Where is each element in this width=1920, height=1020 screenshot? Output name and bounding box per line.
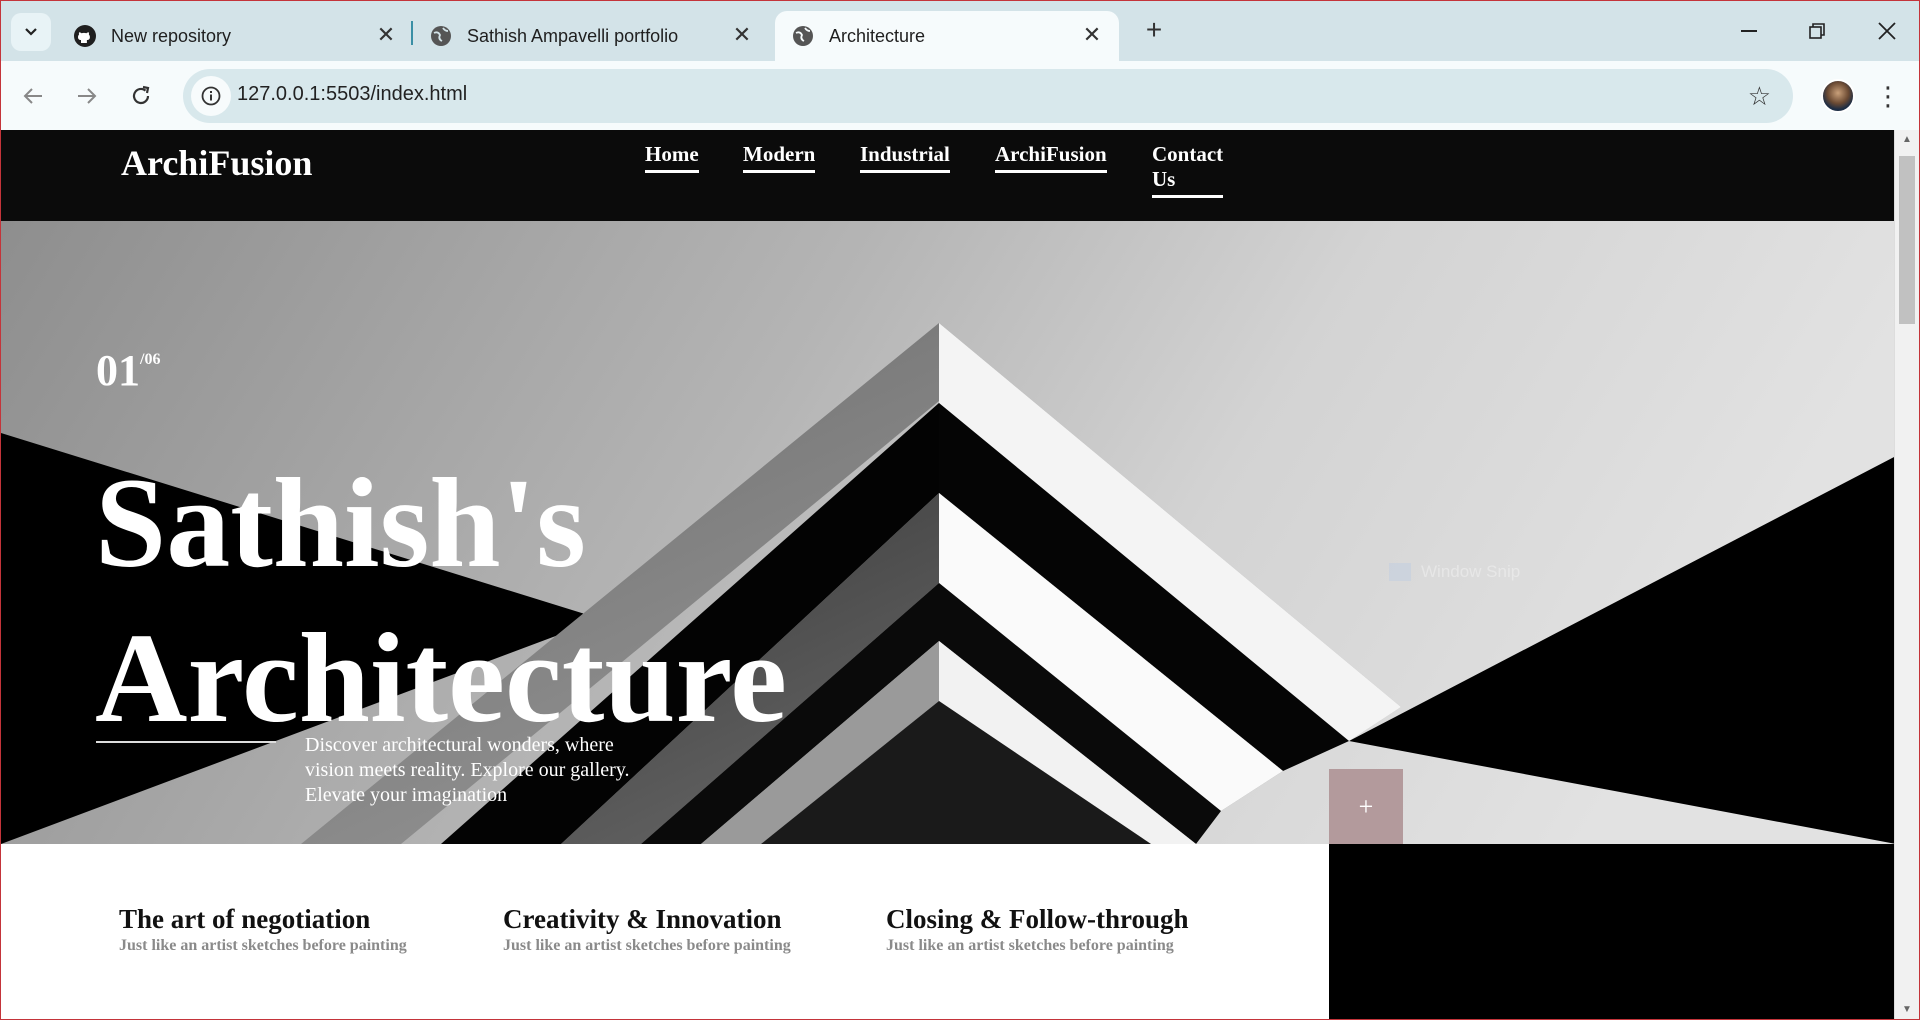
- back-button[interactable]: [15, 78, 51, 114]
- feature-title: Closing & Follow-through: [886, 904, 1189, 934]
- snip-label: Window Snip: [1421, 562, 1521, 581]
- browser-menu-icon[interactable]: ⋮: [1875, 77, 1901, 115]
- nav-contact-us[interactable]: Contact Us: [1152, 142, 1224, 198]
- profile-avatar[interactable]: [1821, 79, 1855, 113]
- hero-divider: [96, 741, 276, 743]
- reload-button[interactable]: [123, 78, 159, 114]
- nav-industrial[interactable]: Industrial: [860, 142, 950, 173]
- slide-total: /06: [140, 351, 161, 368]
- browser-toolbar: 127.0.0.1:5503/index.html ☆ ⋮: [1, 61, 1919, 131]
- tab-title: New repository: [111, 25, 232, 46]
- restore-icon: [1809, 23, 1825, 39]
- feature-card: The art of negotiation Just like an arti…: [119, 904, 407, 955]
- browser-chrome: New repository ✕ Sathish Ampavelli portf…: [0, 0, 1920, 131]
- chevron-down-icon: [25, 28, 37, 36]
- feature-subtitle: Just like an artist sketches before pain…: [503, 937, 791, 954]
- window-snip-overlay: Window Snip: [1389, 562, 1520, 582]
- tab-strip: New repository ✕ Sathish Ampavelli portf…: [1, 1, 1919, 61]
- feature-title: Creativity & Innovation: [503, 904, 782, 934]
- close-window-button[interactable]: [1867, 13, 1907, 49]
- feature-subtitle: Just like an artist sketches before pain…: [119, 937, 407, 954]
- forward-arrow-icon: [78, 88, 97, 104]
- close-icon: [1878, 22, 1896, 40]
- hero-headline: Sathish's Architecture: [95, 446, 787, 756]
- url-text[interactable]: 127.0.0.1:5503/index.html: [237, 83, 467, 106]
- nav-archifusion[interactable]: ArchiFusion: [995, 142, 1107, 173]
- address-bar[interactable]: 127.0.0.1:5503/index.html ☆: [183, 69, 1793, 123]
- globe-icon: [429, 24, 453, 48]
- site-logo[interactable]: ArchiFusion: [121, 142, 312, 184]
- dark-panel: [1329, 844, 1896, 1019]
- feature-title: The art of negotiation: [119, 904, 371, 934]
- nav-modern[interactable]: Modern: [743, 142, 816, 173]
- reload-icon: [132, 85, 150, 105]
- close-tab-icon[interactable]: ✕: [729, 23, 755, 49]
- feature-card: Closing & Follow-through Just like an ar…: [886, 904, 1189, 955]
- hero-section: 01/06 Sathish's Architecture Discover ar…: [1, 221, 1896, 844]
- tab-title: Architecture: [829, 25, 926, 46]
- tab-new-repository[interactable]: New repository ✕: [57, 11, 413, 61]
- forward-button[interactable]: [69, 78, 105, 114]
- slide-counter: 01/06: [96, 345, 160, 396]
- expand-plus-button[interactable]: +: [1329, 769, 1403, 844]
- close-tab-icon[interactable]: ✕: [1079, 23, 1105, 49]
- hero-headline-line1: Sathish's: [95, 452, 586, 594]
- tab-portfolio[interactable]: Sathish Ampavelli portfolio ✕: [413, 11, 769, 61]
- minimize-button[interactable]: [1729, 13, 1769, 49]
- scroll-down-icon[interactable]: ▼: [1895, 1000, 1919, 1019]
- feature-subtitle: Just like an artist sketches before pain…: [886, 937, 1174, 954]
- nav-home[interactable]: Home: [645, 142, 699, 173]
- page-scrollbar[interactable]: ▲ ▼: [1894, 130, 1919, 1019]
- slide-current: 01: [96, 346, 140, 395]
- restore-button[interactable]: [1797, 13, 1837, 49]
- feature-card: Creativity & Innovation Just like an art…: [503, 904, 791, 955]
- hero-description: Discover architectural wonders, where vi…: [305, 734, 630, 806]
- tab-architecture[interactable]: Architecture ✕: [775, 11, 1119, 61]
- globe-icon: [791, 24, 815, 48]
- features-section: The art of negotiation Just like an arti…: [1, 844, 1896, 1019]
- minimize-icon: [1741, 30, 1757, 32]
- back-arrow-icon: [23, 88, 42, 104]
- site-info-icon[interactable]: [191, 76, 231, 116]
- scroll-up-icon[interactable]: ▲: [1895, 130, 1919, 150]
- close-tab-icon[interactable]: ✕: [373, 23, 399, 49]
- tab-search-button[interactable]: [11, 13, 51, 51]
- site-header: ArchiFusion Home Modern Industrial Archi…: [1, 130, 1896, 221]
- website: ArchiFusion Home Modern Industrial Archi…: [1, 130, 1896, 1019]
- github-icon: [73, 24, 97, 48]
- new-tab-button[interactable]: +: [1139, 15, 1169, 45]
- bookmark-star-icon[interactable]: ☆: [1748, 81, 1771, 112]
- snip-icon: [1389, 563, 1411, 581]
- scrollbar-thumb[interactable]: [1899, 156, 1915, 324]
- tab-title: Sathish Ampavelli portfolio: [467, 25, 679, 46]
- page-viewport: ArchiFusion Home Modern Industrial Archi…: [0, 130, 1920, 1020]
